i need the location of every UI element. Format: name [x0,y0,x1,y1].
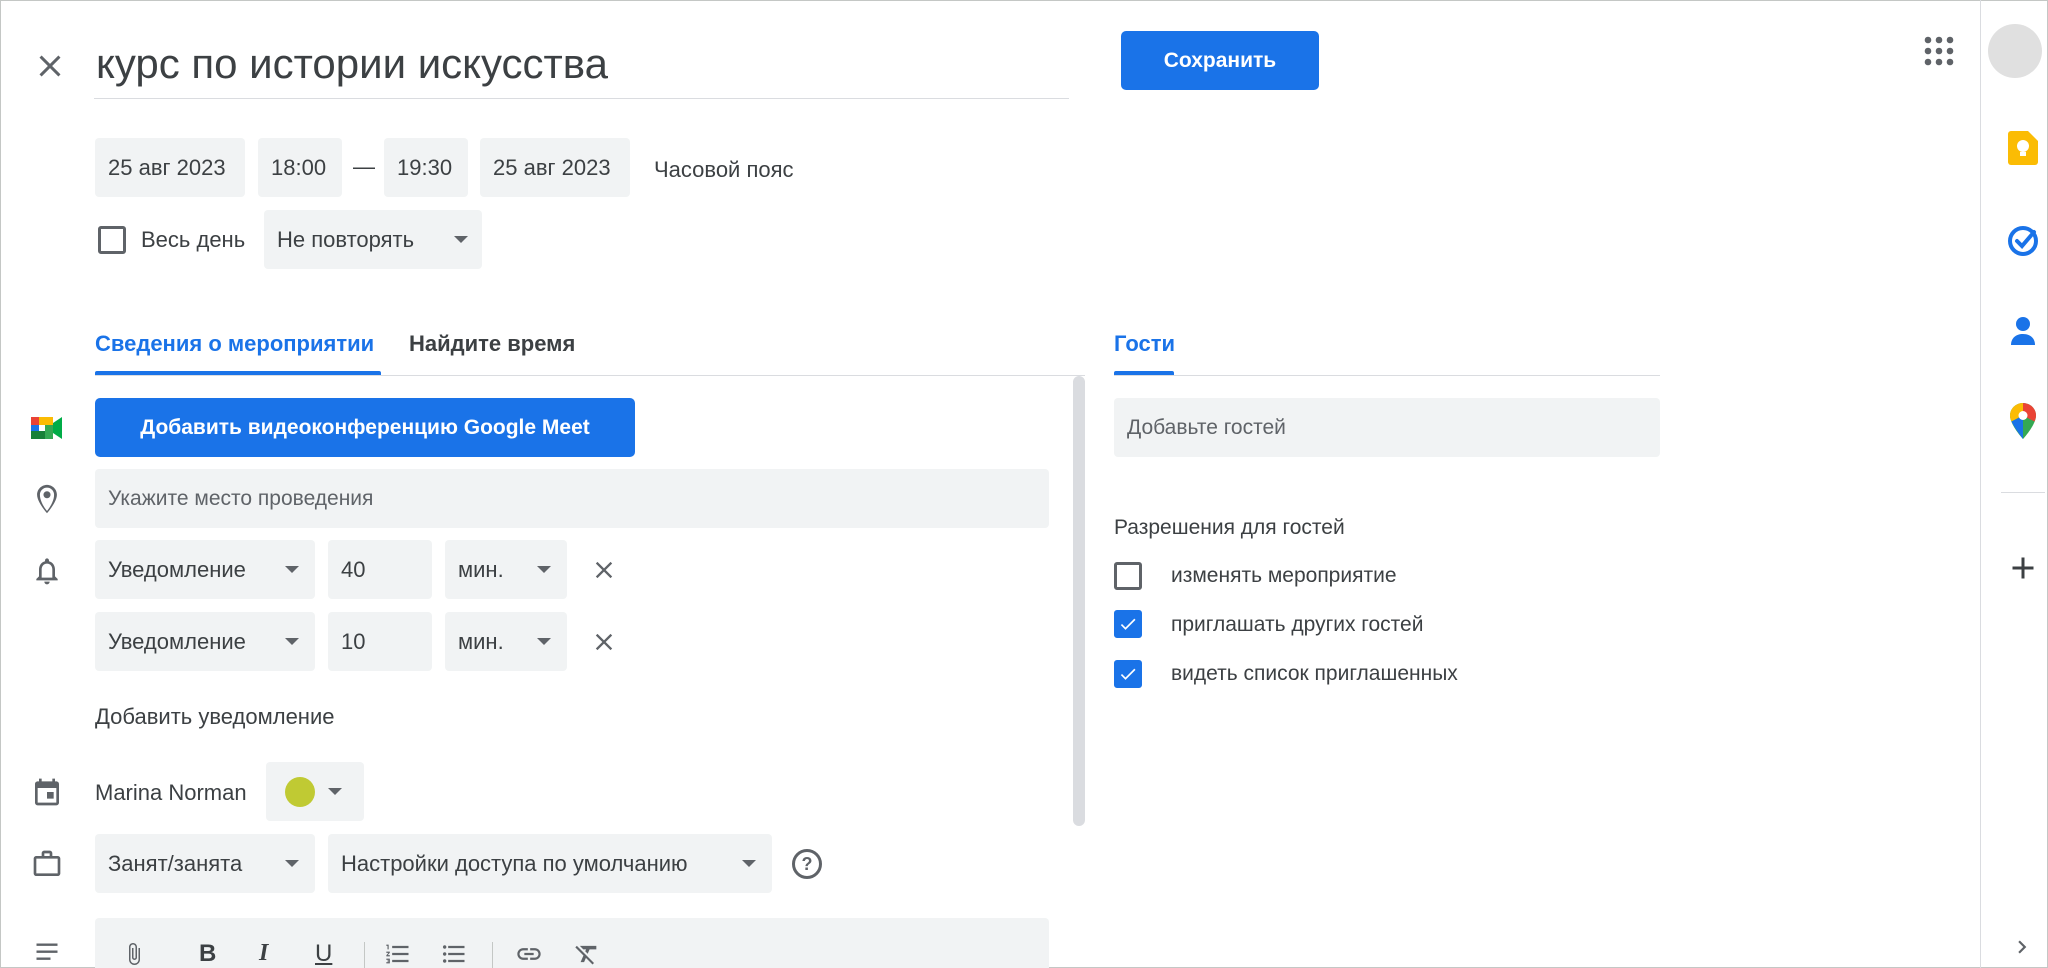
maps-icon[interactable] [2010,403,2036,439]
numbered-list-icon[interactable] [384,940,412,968]
calendar-icon [31,776,63,808]
details-scrollbar[interactable] [1073,376,1085,826]
notification-amount-input[interactable]: 40 [328,540,432,599]
chevron-down-icon [537,566,551,573]
notification-unit-dropdown[interactable]: мин. [445,540,567,599]
chevron-down-icon [537,638,551,645]
visibility-dropdown[interactable]: Настройки доступа по умолчанию [328,834,772,893]
add-meet-button[interactable]: Добавить видеоконференцию Google Meet [95,398,635,457]
toolbar-divider [492,942,493,968]
toolbar-divider [364,942,365,968]
notification-unit-value: мин. [458,628,504,654]
add-guests-input[interactable]: Добавьте гостей [1114,398,1660,457]
calendar-color-swatch [285,777,315,807]
end-date-chip[interactable]: 25 авг 2023 [480,138,630,197]
tabs-divider [95,375,1085,376]
permission-invite-label: приглашать других гостей [1171,613,1424,636]
link-icon[interactable] [514,940,544,968]
busy-status-dropdown[interactable]: Занят/занята [95,834,315,893]
guest-permissions-title: Разрешения для гостей [1114,516,1345,539]
calendar-owner-name: Marina Norman [95,780,247,805]
remove-notification-icon[interactable] [590,556,618,584]
chevron-down-icon [285,638,299,645]
notification-type-dropdown[interactable]: Уведомление [95,612,315,671]
chevron-down-icon [328,788,342,795]
contacts-icon[interactable] [2009,315,2037,347]
timezone-link[interactable]: Часовой пояс [654,157,794,183]
apps-grid-icon[interactable] [1924,36,1954,66]
repeat-value: Не повторять [277,226,415,252]
chevron-down-icon [742,860,756,867]
permission-see-list-checkbox[interactable] [1114,660,1142,688]
side-panel-divider [2001,492,2045,493]
save-button[interactable]: Сохранить [1121,31,1319,90]
close-icon[interactable] [32,48,68,84]
check-icon [1120,618,1136,630]
add-notification-link[interactable]: Добавить уведомление [95,704,334,730]
chevron-down-icon [454,236,468,243]
location-pin-icon [30,482,64,516]
guests-tabs-divider [1114,375,1660,376]
permission-modify-checkbox[interactable] [1114,562,1142,590]
permission-see-list-label: видеть список приглашенных [1171,662,1458,685]
end-time-chip[interactable]: 19:30 [384,138,468,197]
keep-icon[interactable] [2008,131,2038,165]
description-icon [31,940,63,968]
briefcase-icon [31,848,63,880]
tab-find-time[interactable]: Найдите время [409,331,575,357]
bell-icon [31,555,63,587]
tab-event-details[interactable]: Сведения о мероприятии [95,331,374,357]
tab-guests[interactable]: Гости [1114,331,1175,357]
italic-icon[interactable]: I [259,940,268,967]
bulleted-list-icon[interactable] [440,940,468,968]
clear-formatting-icon[interactable] [573,940,601,968]
description-toolbar: B I U [95,918,1049,968]
notification-type-value: Уведомление [108,628,246,654]
google-meet-icon [31,414,63,442]
chevron-right-icon[interactable] [2009,934,2035,960]
underline-icon[interactable]: U [315,940,332,968]
notification-type-value: Уведомление [108,556,246,582]
permission-invite-checkbox[interactable] [1114,610,1142,638]
remove-notification-icon[interactable] [590,628,618,656]
notification-unit-value: мин. [458,556,504,582]
chevron-down-icon [285,860,299,867]
start-time-chip[interactable]: 18:00 [258,138,342,197]
notification-unit-dropdown[interactable]: мин. [445,612,567,671]
repeat-dropdown[interactable]: Не повторять [264,210,482,269]
notification-type-dropdown[interactable]: Уведомление [95,540,315,599]
event-title-field[interactable]: курс по истории искусства [94,36,1069,99]
bold-icon[interactable]: B [199,940,216,968]
help-icon[interactable]: ? [792,849,822,879]
add-addon-icon[interactable] [2005,550,2041,586]
busy-status-value: Занят/занята [108,850,243,876]
location-input[interactable]: Укажите место проведения [95,469,1049,528]
all-day-checkbox[interactable] [98,226,126,254]
side-panel [1980,0,2048,968]
start-date-chip[interactable]: 25 авг 2023 [95,138,245,197]
time-separator: — [353,154,375,179]
visibility-value: Настройки доступа по умолчанию [341,850,688,876]
all-day-label: Весь день [141,227,246,252]
tasks-icon[interactable] [2007,225,2039,257]
permission-modify-label: изменять мероприятие [1171,564,1397,587]
notification-amount-input[interactable]: 10 [328,612,432,671]
chevron-down-icon [285,566,299,573]
calendar-color-dropdown[interactable] [266,762,364,821]
check-icon [1120,668,1136,680]
attachment-icon[interactable] [122,940,146,968]
event-title: курс по истории искусства [96,40,608,87]
